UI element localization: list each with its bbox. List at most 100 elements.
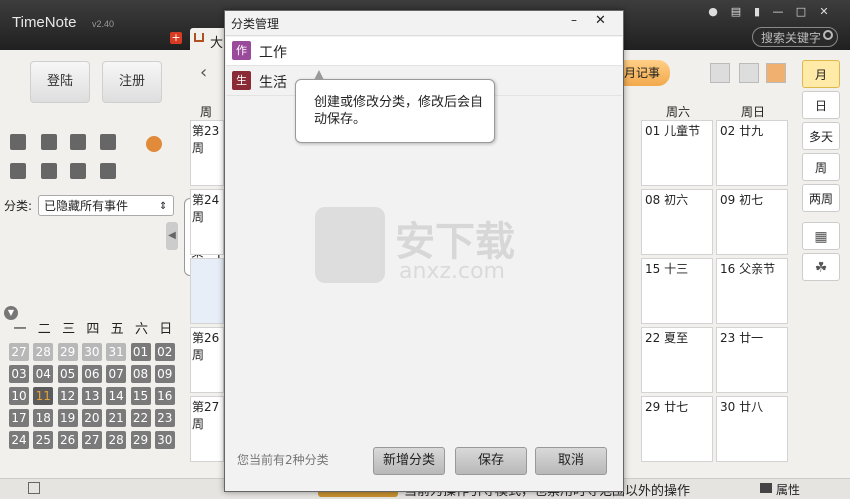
mini-calendar-day[interactable]: 23 (154, 409, 175, 427)
mini-calendar-day[interactable]: 27 (81, 431, 102, 449)
mini-calendar-day[interactable]: 29 (130, 431, 151, 449)
mini-calendar-day[interactable]: 15 (130, 387, 151, 405)
mini-calendar-day[interactable]: 08 (130, 365, 151, 383)
month-notes-button[interactable]: 月记事 (622, 60, 670, 86)
mini-calendar-day[interactable]: 24 (9, 431, 29, 449)
clipboard-icon[interactable] (100, 163, 116, 179)
open-folder-icon[interactable] (10, 134, 26, 150)
sprout-icon[interactable]: ☘ (802, 253, 840, 281)
skin-icon[interactable]: ● (706, 6, 720, 18)
category-select[interactable]: 已隐藏所有事件 ⇕ (38, 195, 174, 216)
mini-calendar-day[interactable]: 26 (57, 431, 78, 449)
category-row-work[interactable]: 作 工作 (226, 37, 622, 66)
grid-view-icon[interactable] (710, 63, 730, 83)
week-label[interactable]: 第27周 (190, 396, 224, 462)
mail-icon[interactable]: ▤ (729, 6, 743, 18)
save-icon[interactable] (70, 134, 86, 150)
mini-calendar-day[interactable]: 18 (33, 409, 54, 427)
calendar-day-cell[interactable]: 09 初七 (716, 189, 788, 255)
mini-calendar-day[interactable]: 14 (106, 387, 127, 405)
view-tab[interactable]: 月 (802, 60, 840, 88)
view-tab[interactable]: 两周 (802, 184, 840, 212)
copy-icon[interactable] (10, 163, 26, 179)
weekday-label: 日 (159, 322, 173, 337)
tab-home-label: 大 (210, 36, 224, 51)
calendar-day-cell[interactable]: 02 廿九 (716, 120, 788, 186)
mini-calendar-day[interactable]: 21 (106, 409, 127, 427)
close-window-icon[interactable]: ✕ (817, 6, 831, 18)
week-label[interactable] (190, 258, 224, 324)
prev-month-arrow[interactable]: ‹ (200, 62, 207, 83)
view-tab[interactable]: 多天 (802, 122, 840, 150)
weekday-label: 五 (110, 322, 124, 337)
view-tab[interactable]: 日 (802, 91, 840, 119)
search-icon[interactable] (823, 30, 833, 40)
mini-calendar-day[interactable]: 29 (57, 343, 78, 361)
collapse-panel-handle[interactable]: ◀ (166, 222, 178, 250)
mini-calendar-day[interactable]: 04 (33, 365, 54, 383)
category-label: 分类: (4, 199, 33, 213)
week-label[interactable]: 第23周 (190, 120, 224, 186)
mini-calendar-day[interactable]: 03 (9, 365, 29, 383)
mini-calendar-day[interactable]: 17 (9, 409, 29, 427)
add-tab-icon[interactable]: + (170, 32, 182, 44)
dialog-guide-tip: 创建或修改分类，修改后会自动保存。 (295, 70, 495, 143)
week-label[interactable]: 第26周 (190, 327, 224, 393)
calendar-day-cell[interactable]: 08 初六 (641, 189, 713, 255)
cancel-button[interactable]: 取消 (535, 447, 607, 475)
mini-calendar-day[interactable]: 07 (106, 365, 127, 383)
mini-calendar-day[interactable]: 13 (81, 387, 102, 405)
lock-icon[interactable] (28, 482, 40, 494)
mini-calendar-day[interactable]: 27 (9, 343, 29, 361)
mini-calendar-day[interactable]: 11 (33, 387, 54, 405)
stack-view-icon[interactable] (766, 63, 786, 83)
calendar-day-cell[interactable]: 30 廿八 (716, 396, 788, 462)
login-button[interactable]: 登陆 (30, 61, 90, 103)
tile-view-icon[interactable] (739, 63, 759, 83)
dialog-minimize-icon[interactable]: – (571, 13, 577, 27)
calendar-icon[interactable]: ▦ (802, 222, 840, 250)
minimize-window-icon[interactable]: — (771, 6, 785, 18)
properties-button[interactable]: 属性 (776, 481, 800, 498)
maximize-window-icon[interactable]: □ (794, 6, 808, 18)
mini-calendar-day[interactable]: 25 (33, 431, 54, 449)
undo-icon[interactable] (41, 163, 57, 179)
mini-calendar-day[interactable]: 02 (154, 343, 175, 361)
calendar-day-cell[interactable]: 22 夏至 (641, 327, 713, 393)
week-label[interactable]: 第24周 (190, 189, 224, 255)
mini-calendar-day[interactable]: 28 (106, 431, 127, 449)
mini-calendar-day[interactable]: 30 (154, 431, 175, 449)
calendar-day-cell[interactable]: 29 廿七 (641, 396, 713, 462)
register-button[interactable]: 注册 (102, 61, 162, 103)
mini-calendar-day[interactable]: 01 (130, 343, 151, 361)
dialog-title: 分类管理 (231, 17, 280, 31)
mini-calendar-day[interactable]: 10 (9, 387, 29, 405)
mini-calendar-day[interactable]: 06 (81, 365, 102, 383)
calendar-day-cell[interactable]: 16 父亲节 (716, 258, 788, 324)
view-tab[interactable]: 周 (802, 153, 840, 181)
new-file-icon[interactable] (41, 134, 57, 150)
mini-calendar-day[interactable]: 31 (106, 343, 127, 361)
mini-calendar-day[interactable]: 12 (57, 387, 78, 405)
color-dots-icon[interactable] (146, 136, 162, 152)
battery-icon[interactable]: ▮ (750, 6, 764, 18)
mini-calendar-day[interactable]: 30 (81, 343, 102, 361)
properties-icon[interactable] (760, 483, 772, 493)
save-button[interactable]: 保存 (455, 447, 527, 475)
mini-calendar-day[interactable]: 20 (81, 409, 102, 427)
mini-calendar-day[interactable]: 28 (33, 343, 54, 361)
weekday-label: 二 (37, 322, 51, 337)
calendar-day-cell[interactable]: 15 十三 (641, 258, 713, 324)
mini-calendar-day[interactable]: 19 (57, 409, 78, 427)
calendar-day-cell[interactable]: 23 廿一 (716, 327, 788, 393)
mini-calendar-day[interactable]: 05 (57, 365, 78, 383)
calendar-day-cell[interactable]: 01 儿童节 (641, 120, 713, 186)
mini-calendar-day[interactable]: 22 (130, 409, 151, 427)
mini-calendar-day[interactable]: 16 (154, 387, 175, 405)
gear-icon[interactable] (70, 163, 86, 179)
dialog-close-icon[interactable]: ✕ (595, 13, 606, 28)
mini-calendar-day[interactable]: 09 (154, 365, 175, 383)
edit-icon[interactable] (100, 134, 116, 150)
search-input[interactable]: 搜索关键字 (752, 27, 838, 47)
add-category-button[interactable]: 新增分类 (373, 447, 445, 475)
